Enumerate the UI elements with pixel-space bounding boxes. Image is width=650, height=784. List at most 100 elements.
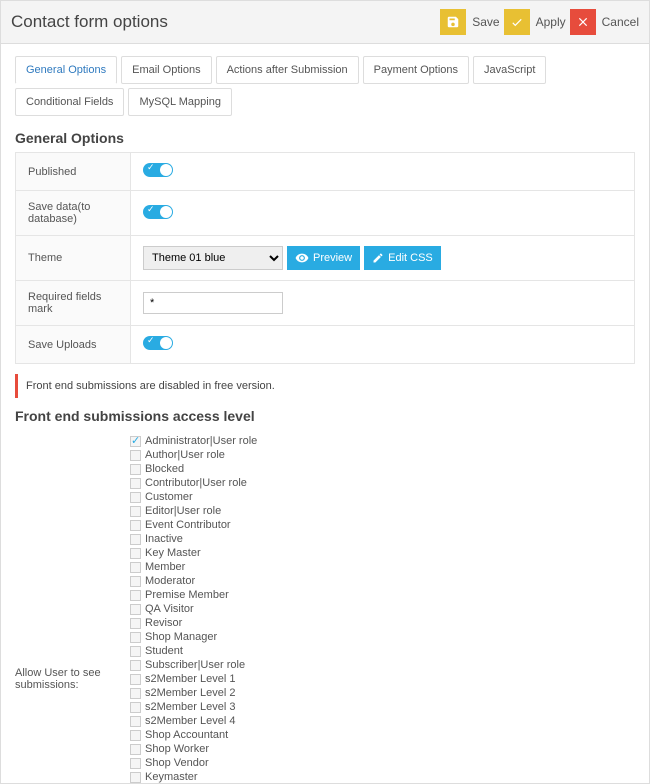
save-button[interactable]: Save (440, 9, 499, 35)
role-label: s2Member Level 4 (145, 714, 236, 728)
section-general-options: General Options (15, 130, 635, 146)
tabs: General Options Email Options Actions af… (15, 56, 635, 116)
role-checkbox[interactable] (130, 660, 141, 671)
role-checkbox[interactable] (130, 478, 141, 489)
role-label: Editor|User role (145, 504, 221, 518)
role-label: Revisor (145, 616, 182, 630)
apply-button[interactable]: Apply (504, 9, 566, 35)
role-checkbox[interactable] (130, 618, 141, 629)
page-title: Contact form options (11, 12, 436, 32)
role-checkbox[interactable] (130, 562, 141, 573)
role-label: Administrator|User role (145, 434, 257, 448)
role-item: Customer (130, 490, 635, 504)
pencil-icon (372, 252, 384, 264)
role-checkbox[interactable] (130, 506, 141, 517)
role-checkbox[interactable] (130, 590, 141, 601)
role-label: Keymaster (145, 770, 198, 784)
role-label: Shop Worker (145, 742, 209, 756)
role-item: s2Member Level 1 (130, 672, 635, 686)
role-item: Inactive (130, 532, 635, 546)
role-label: Student (145, 644, 183, 658)
role-item: Shop Manager (130, 630, 635, 644)
save-data-label: Save data(to database) (16, 191, 131, 236)
role-label: s2Member Level 2 (145, 686, 236, 700)
role-label: Event Contributor (145, 518, 231, 532)
role-checkbox[interactable] (130, 744, 141, 755)
role-checkbox[interactable] (130, 464, 141, 475)
role-label: Shop Vendor (145, 756, 209, 770)
edit-css-label: Edit CSS (388, 252, 433, 264)
apply-label: Apply (536, 15, 566, 29)
tab-email-options[interactable]: Email Options (121, 56, 211, 84)
required-mark-input[interactable] (143, 292, 283, 314)
role-item: Revisor (130, 616, 635, 630)
role-item: Premise Member (130, 588, 635, 602)
role-checkbox[interactable] (130, 716, 141, 727)
tab-payment-options[interactable]: Payment Options (363, 56, 469, 84)
role-item: Student (130, 644, 635, 658)
tab-general-options[interactable]: General Options (15, 56, 117, 84)
save-uploads-toggle[interactable] (143, 336, 173, 350)
role-item: QA Visitor (130, 602, 635, 616)
role-checkbox[interactable] (130, 520, 141, 531)
role-label: Shop Manager (145, 630, 217, 644)
role-label: Premise Member (145, 588, 229, 602)
role-label: QA Visitor (145, 602, 194, 616)
role-item: Moderator (130, 574, 635, 588)
role-item: Key Master (130, 546, 635, 560)
role-label: Moderator (145, 574, 195, 588)
check-icon (504, 9, 530, 35)
role-item: Subscriber|User role (130, 658, 635, 672)
preview-button[interactable]: Preview (287, 246, 360, 270)
published-toggle[interactable] (143, 163, 173, 177)
role-checkbox[interactable] (130, 492, 141, 503)
role-checkbox[interactable] (130, 548, 141, 559)
published-label: Published (16, 153, 131, 191)
role-checkbox[interactable] (130, 688, 141, 699)
role-item: Author|User role (130, 448, 635, 462)
role-checkbox[interactable] (130, 646, 141, 657)
role-checkbox[interactable] (130, 674, 141, 685)
section-access-level: Front end submissions access level (15, 408, 635, 424)
role-checkbox[interactable] (130, 436, 141, 447)
edit-css-button[interactable]: Edit CSS (364, 246, 441, 270)
role-item: s2Member Level 4 (130, 714, 635, 728)
role-checkbox[interactable] (130, 604, 141, 615)
eye-icon (295, 251, 309, 265)
tab-actions-after-submission[interactable]: Actions after Submission (216, 56, 359, 84)
role-checkbox[interactable] (130, 576, 141, 587)
theme-label: Theme (16, 236, 131, 281)
tab-mysql-mapping[interactable]: MySQL Mapping (128, 88, 232, 116)
role-checkbox[interactable] (130, 702, 141, 713)
role-checkbox[interactable] (130, 450, 141, 461)
role-item: Blocked (130, 462, 635, 476)
tab-javascript[interactable]: JavaScript (473, 56, 546, 84)
close-icon (570, 9, 596, 35)
role-label: Blocked (145, 462, 184, 476)
role-item: Event Contributor (130, 518, 635, 532)
role-checkbox[interactable] (130, 772, 141, 783)
theme-select[interactable]: Theme 01 blue (143, 246, 283, 270)
role-checkbox[interactable] (130, 632, 141, 643)
save-uploads-label: Save Uploads (16, 326, 131, 364)
options-table: Published Save data(to database) Theme T… (15, 152, 635, 364)
allow-user-label: Allow User to see submissions: (15, 430, 130, 784)
role-label: Author|User role (145, 448, 225, 462)
role-item: Editor|User role (130, 504, 635, 518)
role-label: s2Member Level 1 (145, 672, 236, 686)
header-bar: Contact form options Save Apply Cancel (1, 1, 649, 44)
save-data-toggle[interactable] (143, 205, 173, 219)
role-label: Contributor|User role (145, 476, 247, 490)
role-label: Shop Accountant (145, 728, 228, 742)
role-checkbox[interactable] (130, 534, 141, 545)
role-checkbox[interactable] (130, 758, 141, 769)
role-list: Administrator|User roleAuthor|User roleB… (130, 434, 635, 784)
save-label: Save (472, 15, 499, 29)
role-label: Inactive (145, 532, 183, 546)
role-item: Administrator|User role (130, 434, 635, 448)
cancel-button[interactable]: Cancel (570, 9, 639, 35)
role-checkbox[interactable] (130, 730, 141, 741)
required-mark-label: Required fields mark (16, 281, 131, 326)
role-item: Keymaster (130, 770, 635, 784)
tab-conditional-fields[interactable]: Conditional Fields (15, 88, 124, 116)
